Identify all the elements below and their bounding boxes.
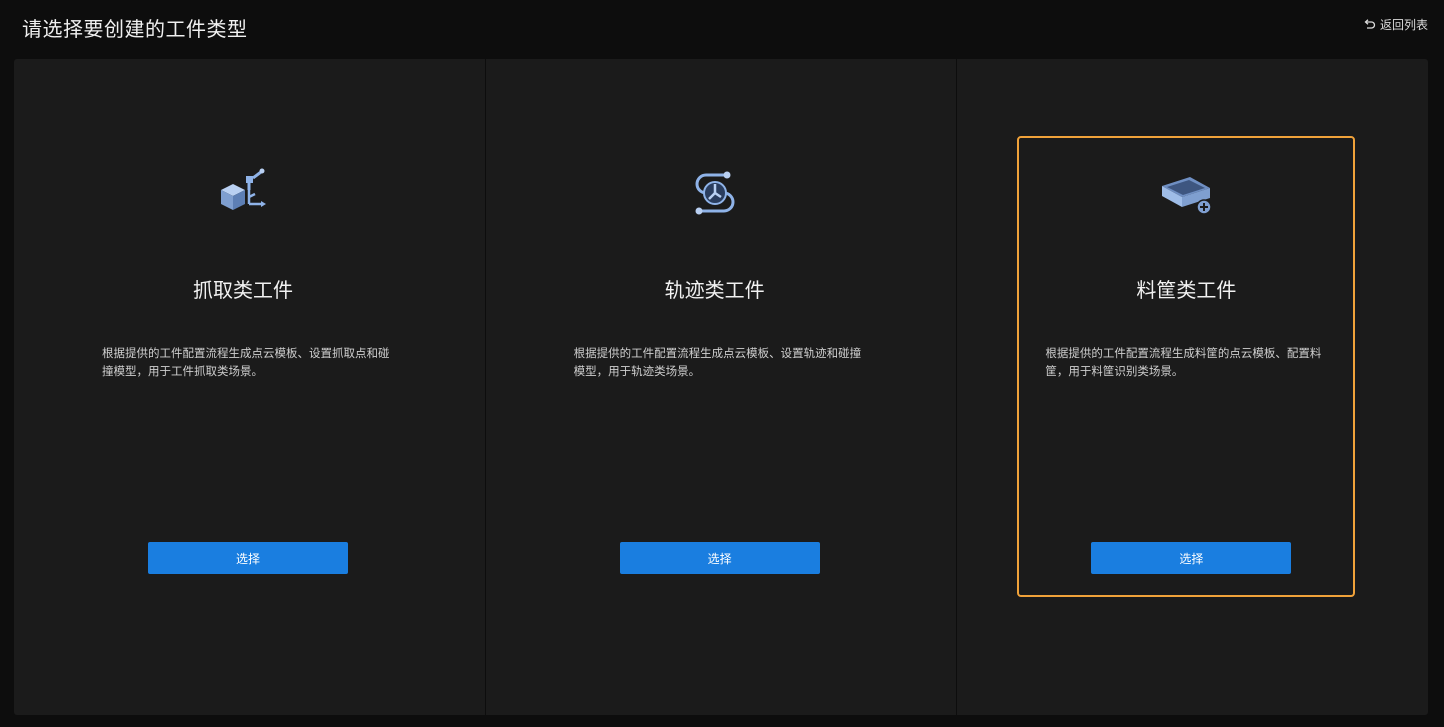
undo-arrow-icon — [1364, 19, 1376, 29]
header: 请选择要创建的工件类型 返回列表 — [0, 0, 1444, 52]
workpiece-card-grasp[interactable]: 抓取类工件 根据提供的工件配置流程生成点云模板、设置抓取点和碰撞模型，用于工件抓… — [74, 136, 412, 597]
card-description: 根据提供的工件配置流程生成料筐的点云模板、配置料筐，用于料筐识别类场景。 — [1045, 346, 1322, 378]
card-title: 抓取类工件 — [193, 278, 293, 302]
card-title: 料筐类工件 — [1136, 278, 1237, 302]
back-to-list-link[interactable]: 返回列表 — [1363, 16, 1428, 33]
grasp-workpiece-icon — [221, 168, 266, 210]
select-button-trajectory[interactable]: 选择 — [619, 542, 820, 574]
card-description: 根据提供的工件配置流程生成点云模板、设置抓取点和碰撞模型，用于工件抓取类场景。 — [102, 346, 390, 378]
card-column-grasp: 抓取类工件 根据提供的工件配置流程生成点云模板、设置抓取点和碰撞模型，用于工件抓… — [14, 59, 485, 715]
card-description: 根据提供的工件配置流程生成点云模板、设置轨迹和碰撞模型，用于轨迹类场景。 — [573, 346, 862, 378]
card-title: 轨迹类工件 — [664, 278, 765, 302]
workpiece-card-trajectory[interactable]: 轨迹类工件 根据提供的工件配置流程生成点云模板、设置轨迹和碰撞模型，用于轨迹类场… — [546, 136, 884, 597]
select-button-grasp[interactable]: 选择 — [148, 542, 348, 574]
bin-workpiece-icon — [1162, 177, 1213, 215]
page-title: 请选择要创建的工件类型 — [22, 17, 248, 41]
back-link-label: 返回列表 — [1379, 18, 1428, 32]
select-button-bin[interactable]: 选择 — [1091, 542, 1292, 574]
card-column-bin: 料筐类工件 根据提供的工件配置流程生成料筐的点云模板、配置料筐，用于料筐识别类场… — [956, 59, 1428, 715]
trajectory-workpiece-icon — [695, 171, 735, 215]
workpiece-type-panel: 抓取类工件 根据提供的工件配置流程生成点云模板、设置抓取点和碰撞模型，用于工件抓… — [14, 59, 1428, 715]
card-column-trajectory: 轨迹类工件 根据提供的工件配置流程生成点云模板、设置轨迹和碰撞模型，用于轨迹类场… — [484, 59, 957, 715]
workpiece-card-bin[interactable]: 料筐类工件 根据提供的工件配置流程生成料筐的点云模板、配置料筐，用于料筐识别类场… — [1017, 136, 1356, 597]
